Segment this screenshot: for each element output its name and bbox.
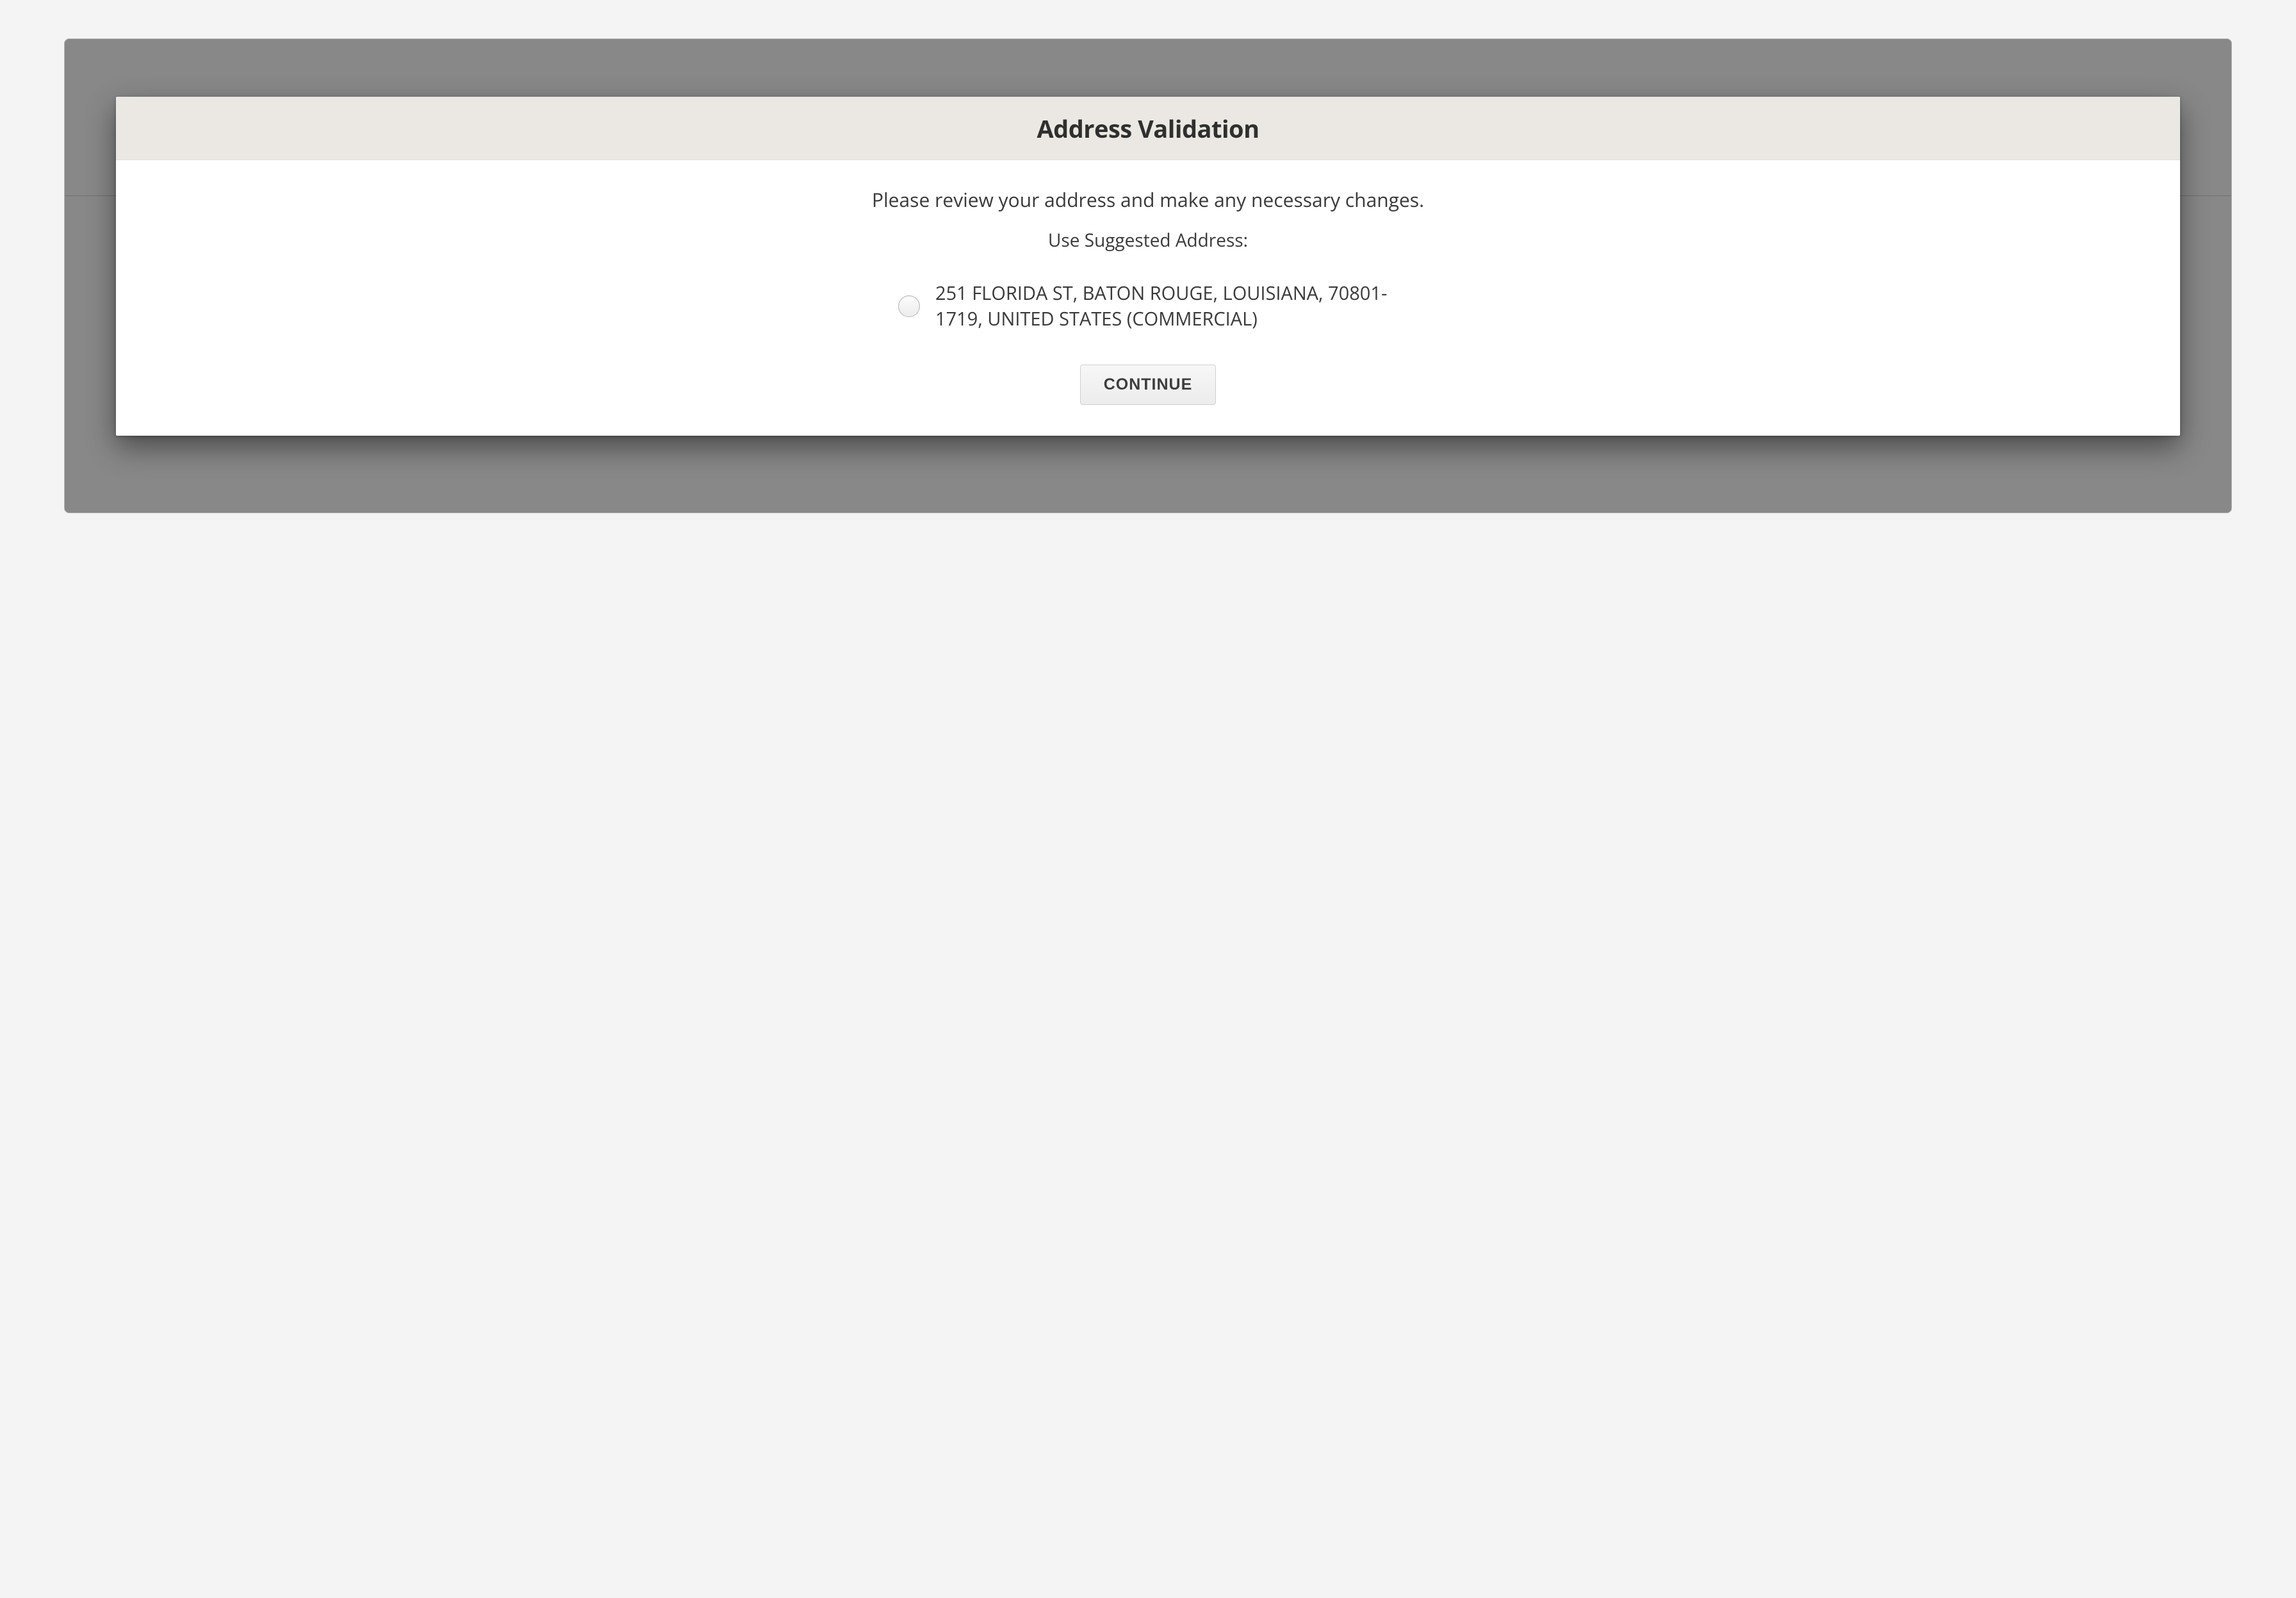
suggested-address-option[interactable]: 251 FLORIDA ST, BATON ROUGE, LOUISIANA, … bbox=[898, 281, 1398, 333]
radio-icon[interactable] bbox=[898, 295, 920, 317]
continue-button[interactable]: CONTINUE bbox=[1080, 365, 1217, 405]
instruction-text: Please review your address and make any … bbox=[154, 186, 2142, 214]
modal-header: Address Validation bbox=[116, 97, 2180, 160]
modal-title: Address Validation bbox=[129, 112, 2167, 145]
modal-body: Please review your address and make any … bbox=[116, 160, 2180, 436]
page: Address Validation Please review your ad… bbox=[0, 0, 2296, 590]
modal-backdrop: Address Validation Please review your ad… bbox=[64, 38, 2232, 513]
address-validation-modal: Address Validation Please review your ad… bbox=[116, 97, 2180, 436]
suggested-address-text: 251 FLORIDA ST, BATON ROUGE, LOUISIANA, … bbox=[935, 281, 1398, 333]
suggested-address-prompt: Use Suggested Address: bbox=[154, 228, 2142, 252]
